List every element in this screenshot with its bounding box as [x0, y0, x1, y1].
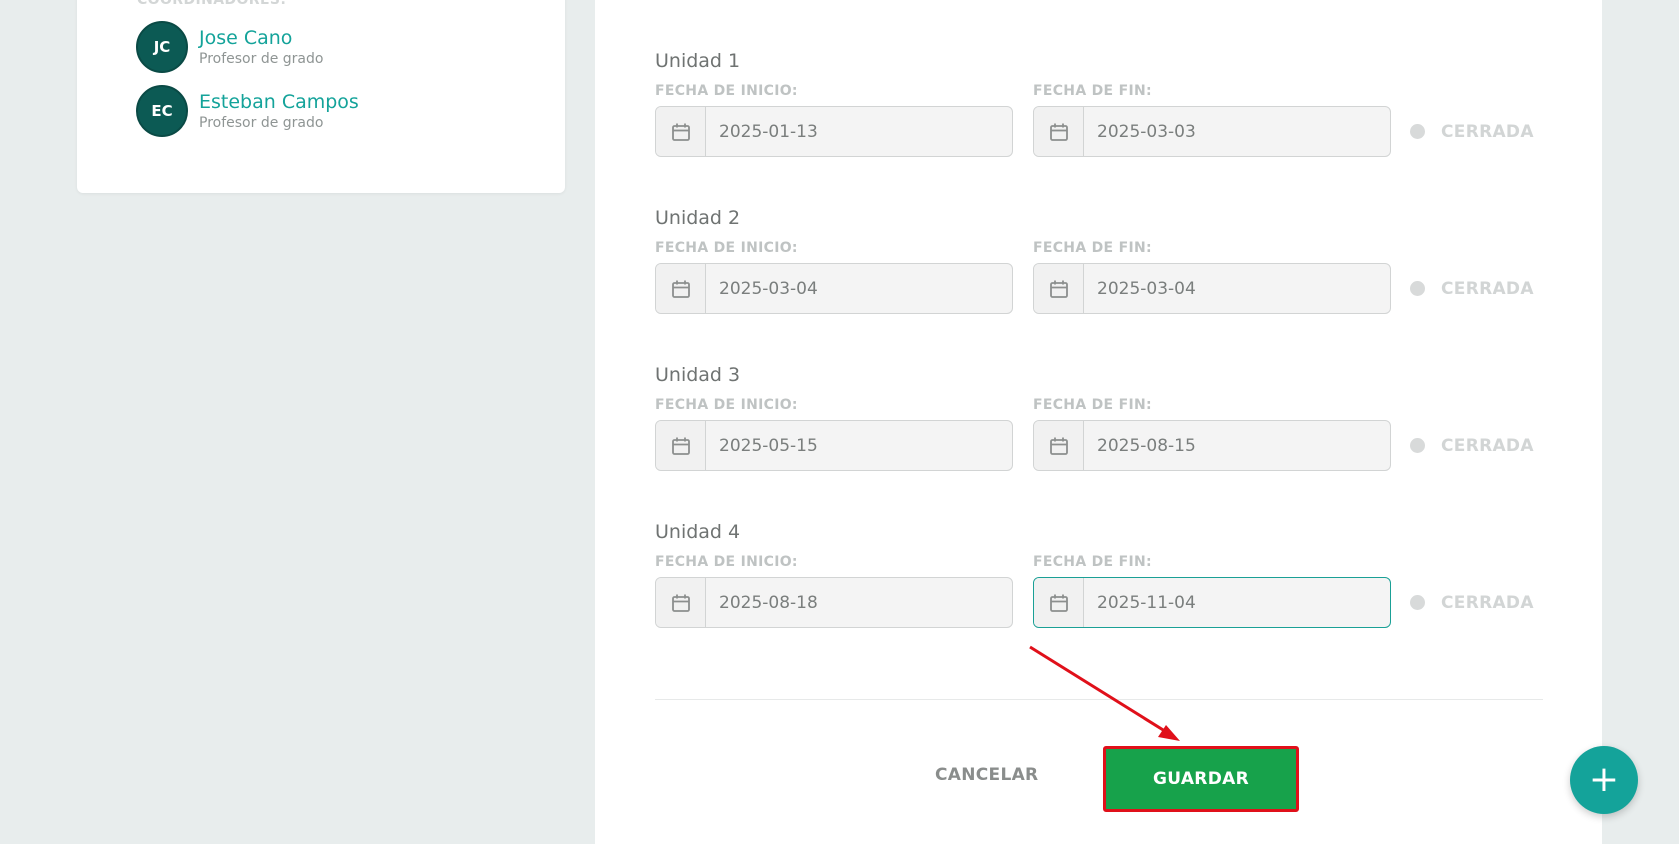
add-fab-button[interactable]: + — [1570, 746, 1638, 814]
end-date-input[interactable]: 2025-03-03 — [1033, 106, 1391, 157]
coordinator-role: Profesor de grado — [199, 51, 324, 67]
calendar-icon[interactable] — [1034, 421, 1084, 470]
status-dot-icon — [1410, 281, 1425, 296]
start-date-input[interactable]: 2025-03-04 — [655, 263, 1013, 314]
start-date-value[interactable]: 2025-03-04 — [706, 264, 818, 313]
unit-title: Unidad 2 — [655, 207, 741, 229]
coordinator-name[interactable]: Jose Cano — [199, 26, 323, 50]
calendar-icon[interactable] — [656, 421, 706, 470]
unit-section: Unidad 3 FECHA DE INICIO: FECHA DE FIN: … — [655, 363, 1595, 471]
unit-title: Unidad 3 — [655, 364, 741, 386]
unit-section: Unidad 4 FECHA DE INICIO: FECHA DE FIN: … — [655, 520, 1595, 628]
calendar-icon[interactable] — [656, 264, 706, 313]
avatar: EC — [136, 85, 188, 137]
start-date-value[interactable]: 2025-08-18 — [706, 578, 818, 627]
end-date-label: FECHA DE FIN: — [1033, 83, 1152, 99]
status-dot-icon — [1410, 124, 1425, 139]
calendar-icon[interactable] — [656, 107, 706, 156]
start-date-label: FECHA DE INICIO: — [655, 240, 798, 256]
start-date-value[interactable]: 2025-01-13 — [706, 107, 818, 156]
unit-status: CERRADA — [1410, 420, 1534, 471]
start-date-input[interactable]: 2025-08-18 — [655, 577, 1013, 628]
unit-title: Unidad 4 — [655, 521, 741, 543]
start-date-input[interactable]: 2025-05-15 — [655, 420, 1013, 471]
unit-status: CERRADA — [1410, 263, 1534, 314]
end-date-value[interactable]: 2025-11-04 — [1084, 578, 1196, 627]
status-label: CERRADA — [1441, 278, 1534, 299]
end-date-input[interactable]: 2025-11-04 — [1033, 577, 1391, 628]
unit-section: Unidad 2 FECHA DE INICIO: FECHA DE FIN: … — [655, 206, 1595, 314]
cancel-button[interactable]: CANCELAR — [935, 765, 1038, 785]
status-label: CERRADA — [1441, 435, 1534, 456]
unit-section: Unidad 1 FECHA DE INICIO: FECHA DE FIN: … — [655, 49, 1595, 157]
calendar-icon[interactable] — [1034, 264, 1084, 313]
start-date-input[interactable]: 2025-01-13 — [655, 106, 1013, 157]
coordinator-item[interactable]: JC Jose Cano Profesor de grado — [136, 21, 323, 73]
status-label: CERRADA — [1441, 121, 1534, 142]
status-dot-icon — [1410, 595, 1425, 610]
end-date-input[interactable]: 2025-03-04 — [1033, 263, 1391, 314]
coordinator-item[interactable]: EC Esteban Campos Profesor de grado — [136, 85, 359, 137]
unit-title: Unidad 1 — [655, 50, 741, 72]
calendar-icon[interactable] — [1034, 578, 1084, 627]
end-date-value[interactable]: 2025-03-03 — [1084, 107, 1196, 156]
end-date-input[interactable]: 2025-08-15 — [1033, 420, 1391, 471]
coordinator-role: Profesor de grado — [199, 115, 324, 131]
end-date-label: FECHA DE FIN: — [1033, 554, 1152, 570]
calendar-icon[interactable] — [1034, 107, 1084, 156]
end-date-value[interactable]: 2025-03-04 — [1084, 264, 1196, 313]
avatar: JC — [136, 21, 188, 73]
unit-status: CERRADA — [1410, 577, 1534, 628]
form-divider — [655, 699, 1543, 700]
coordinators-heading: COORDINADORES: — [137, 0, 287, 8]
status-label: CERRADA — [1441, 592, 1534, 613]
start-date-label: FECHA DE INICIO: — [655, 397, 798, 413]
start-date-label: FECHA DE INICIO: — [655, 554, 798, 570]
save-button[interactable]: GUARDAR — [1103, 746, 1299, 812]
end-date-value[interactable]: 2025-08-15 — [1084, 421, 1196, 470]
end-date-label: FECHA DE FIN: — [1033, 397, 1152, 413]
status-dot-icon — [1410, 438, 1425, 453]
calendar-icon[interactable] — [656, 578, 706, 627]
coordinator-name[interactable]: Esteban Campos — [199, 90, 359, 114]
start-date-value[interactable]: 2025-05-15 — [706, 421, 818, 470]
unit-status: CERRADA — [1410, 106, 1534, 157]
end-date-label: FECHA DE FIN: — [1033, 240, 1152, 256]
start-date-label: FECHA DE INICIO: — [655, 83, 798, 99]
